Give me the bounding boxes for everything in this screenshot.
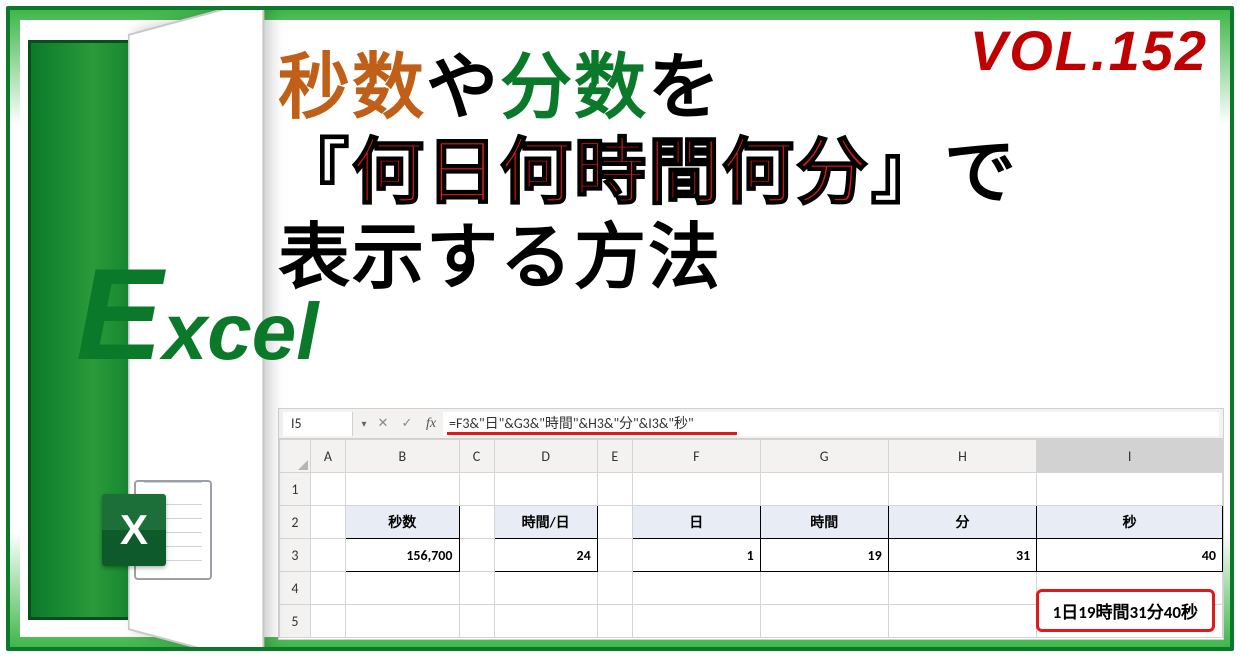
cell-D1[interactable] bbox=[494, 473, 597, 506]
excel-app-icon: X bbox=[102, 480, 212, 580]
title-seconds: 秒数 bbox=[278, 48, 426, 128]
formula-input[interactable]: =F3&"日"&G3&"時間"&H3&"分"&I3&"秒" bbox=[443, 412, 1219, 436]
cell-C1[interactable] bbox=[459, 473, 494, 506]
title-minutes: 分数 bbox=[500, 48, 648, 128]
cell-G2[interactable]: 時間 bbox=[760, 506, 888, 539]
title-line-3: 表示する方法 bbox=[278, 216, 1210, 301]
cell-C2[interactable] bbox=[459, 506, 494, 539]
cell-H3[interactable]: 31 bbox=[888, 539, 1037, 572]
cell-H4[interactable] bbox=[888, 572, 1037, 605]
confirm-formula-icon[interactable]: ✓ bbox=[395, 416, 419, 431]
select-all-corner[interactable] bbox=[280, 440, 311, 473]
cell-E3[interactable] bbox=[597, 539, 632, 572]
cell-I3[interactable]: 40 bbox=[1037, 539, 1223, 572]
excel-x-letter: X bbox=[120, 506, 148, 554]
name-box[interactable]: I5 bbox=[283, 412, 353, 436]
cell-E1[interactable] bbox=[597, 473, 632, 506]
cell-E2[interactable] bbox=[597, 506, 632, 539]
cell-H5[interactable] bbox=[888, 605, 1037, 638]
cell-D2[interactable]: 時間/日 bbox=[494, 506, 597, 539]
cell-B2[interactable]: 秒数 bbox=[346, 506, 459, 539]
col-header-F[interactable]: F bbox=[632, 440, 760, 473]
excel-wordmark-e: E bbox=[76, 241, 163, 387]
title-wo: を bbox=[648, 48, 722, 128]
table-row: 3 156,700 24 1 19 31 40 bbox=[280, 539, 1223, 572]
volume-label: VOL.152 bbox=[970, 18, 1208, 83]
row-header-1[interactable]: 1 bbox=[280, 473, 311, 506]
formula-underline bbox=[447, 432, 737, 435]
title-bracket-open: 『 bbox=[278, 133, 352, 213]
fx-icon[interactable]: fx bbox=[419, 416, 443, 432]
cell-D5[interactable] bbox=[494, 605, 597, 638]
cell-F5[interactable] bbox=[632, 605, 760, 638]
cell-D3[interactable]: 24 bbox=[494, 539, 597, 572]
excel-wordmark-xcel: xcel bbox=[163, 287, 319, 376]
cell-G3[interactable]: 19 bbox=[760, 539, 888, 572]
cell-G5[interactable] bbox=[760, 605, 888, 638]
cell-H1[interactable] bbox=[888, 473, 1037, 506]
cell-G1[interactable] bbox=[760, 473, 888, 506]
cell-F1[interactable] bbox=[632, 473, 760, 506]
cell-E4[interactable] bbox=[597, 572, 632, 605]
cell-B5[interactable] bbox=[346, 605, 459, 638]
row-header-2[interactable]: 2 bbox=[280, 506, 311, 539]
cell-A4[interactable] bbox=[310, 572, 345, 605]
cell-F2[interactable]: 日 bbox=[632, 506, 760, 539]
col-header-B[interactable]: B bbox=[346, 440, 459, 473]
cancel-formula-icon[interactable]: ✕ bbox=[371, 416, 395, 431]
row-header-3[interactable]: 3 bbox=[280, 539, 311, 572]
title-block: 秒数や分数を 『何日何時間何分』で 表示する方法 bbox=[278, 46, 1210, 301]
table-row: 2 秒数 時間/日 日 時間 分 秒 bbox=[280, 506, 1223, 539]
col-header-G[interactable]: G bbox=[760, 440, 888, 473]
col-header-D[interactable]: D bbox=[494, 440, 597, 473]
formula-text: =F3&"日"&G3&"時間"&H3&"分"&I3&"秒" bbox=[449, 415, 694, 432]
col-header-E[interactable]: E bbox=[597, 440, 632, 473]
cell-F4[interactable] bbox=[632, 572, 760, 605]
cell-F3[interactable]: 1 bbox=[632, 539, 760, 572]
cell-A3[interactable] bbox=[310, 539, 345, 572]
table-row: 1 bbox=[280, 473, 1223, 506]
col-header-I[interactable]: I bbox=[1037, 440, 1223, 473]
excel-screenshot: I5 ▾ ✕ ✓ fx =F3&"日"&G3&"時間"&H3&"分"&I3&"秒… bbox=[278, 408, 1224, 640]
col-header-A[interactable]: A bbox=[310, 440, 345, 473]
row-header-5[interactable]: 5 bbox=[280, 605, 311, 638]
cell-E5[interactable] bbox=[597, 605, 632, 638]
col-header-H[interactable]: H bbox=[888, 440, 1037, 473]
cell-B1[interactable] bbox=[346, 473, 459, 506]
cell-B3[interactable]: 156,700 bbox=[346, 539, 459, 572]
cell-A2[interactable] bbox=[310, 506, 345, 539]
excel-wordmark: Excel bbox=[76, 262, 318, 378]
result-highlight-box: 1日19時間31分40秒 bbox=[1036, 589, 1215, 632]
cell-D4[interactable] bbox=[494, 572, 597, 605]
name-box-dropdown-icon[interactable]: ▾ bbox=[357, 417, 371, 430]
cell-C4[interactable] bbox=[459, 572, 494, 605]
cell-C3[interactable] bbox=[459, 539, 494, 572]
cell-A1[interactable] bbox=[310, 473, 345, 506]
cell-I2[interactable]: 秒 bbox=[1037, 506, 1223, 539]
excel-book-icon: X bbox=[102, 494, 166, 566]
cell-A5[interactable] bbox=[310, 605, 345, 638]
title-line-2: 『何日何時間何分』で bbox=[278, 131, 1210, 216]
column-header-row: A B C D E F G H I bbox=[280, 440, 1223, 473]
cell-H2[interactable]: 分 bbox=[888, 506, 1037, 539]
cell-G4[interactable] bbox=[760, 572, 888, 605]
cell-I1[interactable] bbox=[1037, 473, 1223, 506]
title-ya: や bbox=[426, 48, 500, 128]
cell-B4[interactable] bbox=[346, 572, 459, 605]
row-header-4[interactable]: 4 bbox=[280, 572, 311, 605]
col-header-C[interactable]: C bbox=[459, 440, 494, 473]
spreadsheet-grid: A B C D E F G H I 1 bbox=[279, 439, 1223, 638]
title-bracket-close-de: 』で bbox=[870, 133, 1018, 213]
outer-frame: VOL.152 Excel X 秒数や分数を 『何日何時間何分』で 表示する方法… bbox=[6, 6, 1234, 651]
title-phrase: 何日何時間何分 bbox=[352, 133, 870, 213]
formula-bar: I5 ▾ ✕ ✓ fx =F3&"日"&G3&"時間"&H3&"分"&I3&"秒… bbox=[279, 409, 1223, 439]
cell-C5[interactable] bbox=[459, 605, 494, 638]
